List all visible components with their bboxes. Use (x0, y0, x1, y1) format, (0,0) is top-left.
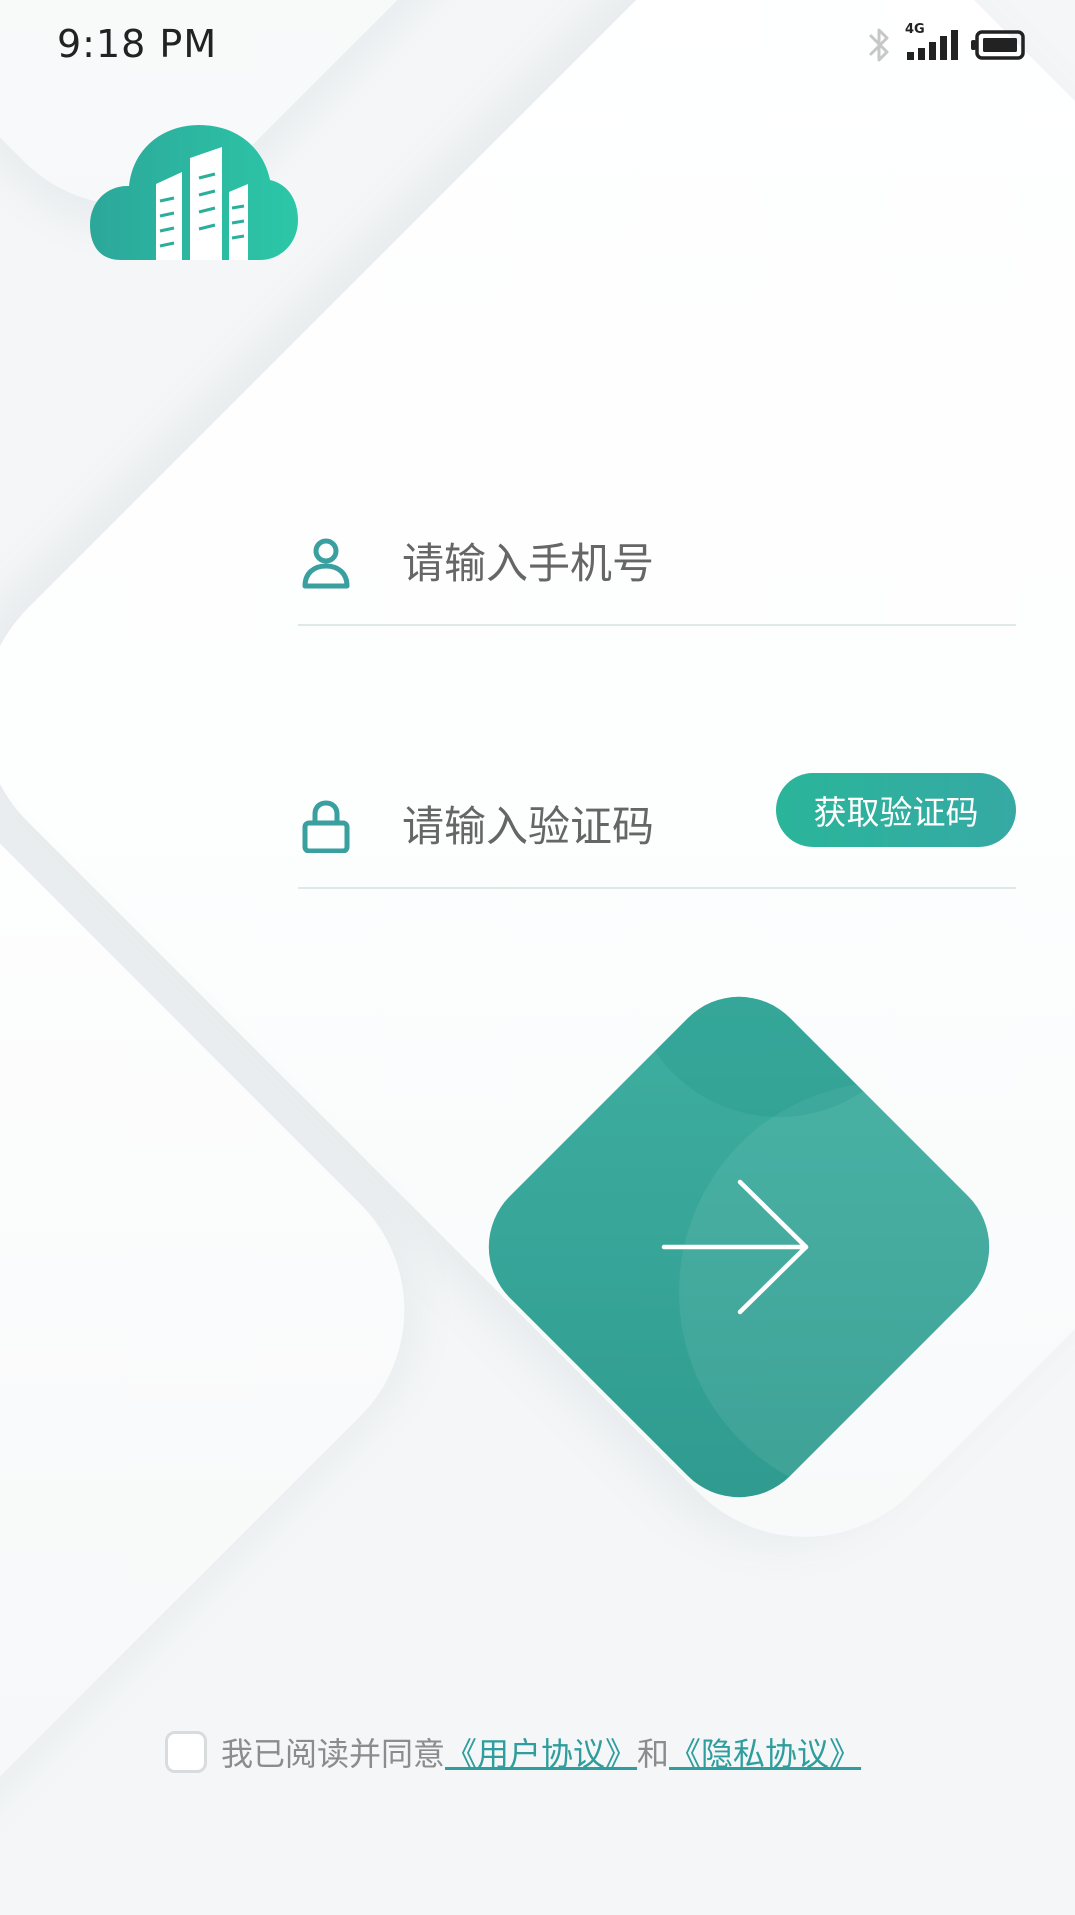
user-icon (302, 538, 350, 589)
lock-icon (302, 800, 350, 853)
status-bar: 9:18 PM 4G (0, 0, 1075, 95)
app-logo (88, 122, 300, 264)
privacy-policy-link[interactable]: 《隐私协议》 (669, 1729, 861, 1775)
status-icons: 4G (867, 22, 1027, 66)
user-agreement-link[interactable]: 《用户协议》 (445, 1729, 637, 1775)
agreement-text: 我已阅读并同意 (221, 1735, 446, 1773)
login-submit-button[interactable] (459, 967, 1019, 1527)
phone-input[interactable] (402, 528, 782, 598)
agreement-row: 我已阅读并同意 《用户协议》 和 《隐私协议》 (165, 1728, 861, 1776)
signal-icon: 4G (905, 22, 959, 66)
status-time: 9:18 PM (57, 22, 218, 66)
phone-row (298, 500, 1016, 626)
login-form: 获取验证码 (298, 500, 1016, 889)
code-input[interactable] (402, 791, 782, 861)
code-row: 获取验证码 (298, 773, 1016, 889)
agreement-checkbox[interactable] (165, 1731, 207, 1773)
battery-icon (971, 30, 1025, 60)
background (0, 0, 1075, 1915)
get-code-button[interactable]: 获取验证码 (776, 773, 1016, 847)
bluetooth-icon (869, 28, 889, 62)
agreement-connector: 和 (637, 1735, 670, 1773)
